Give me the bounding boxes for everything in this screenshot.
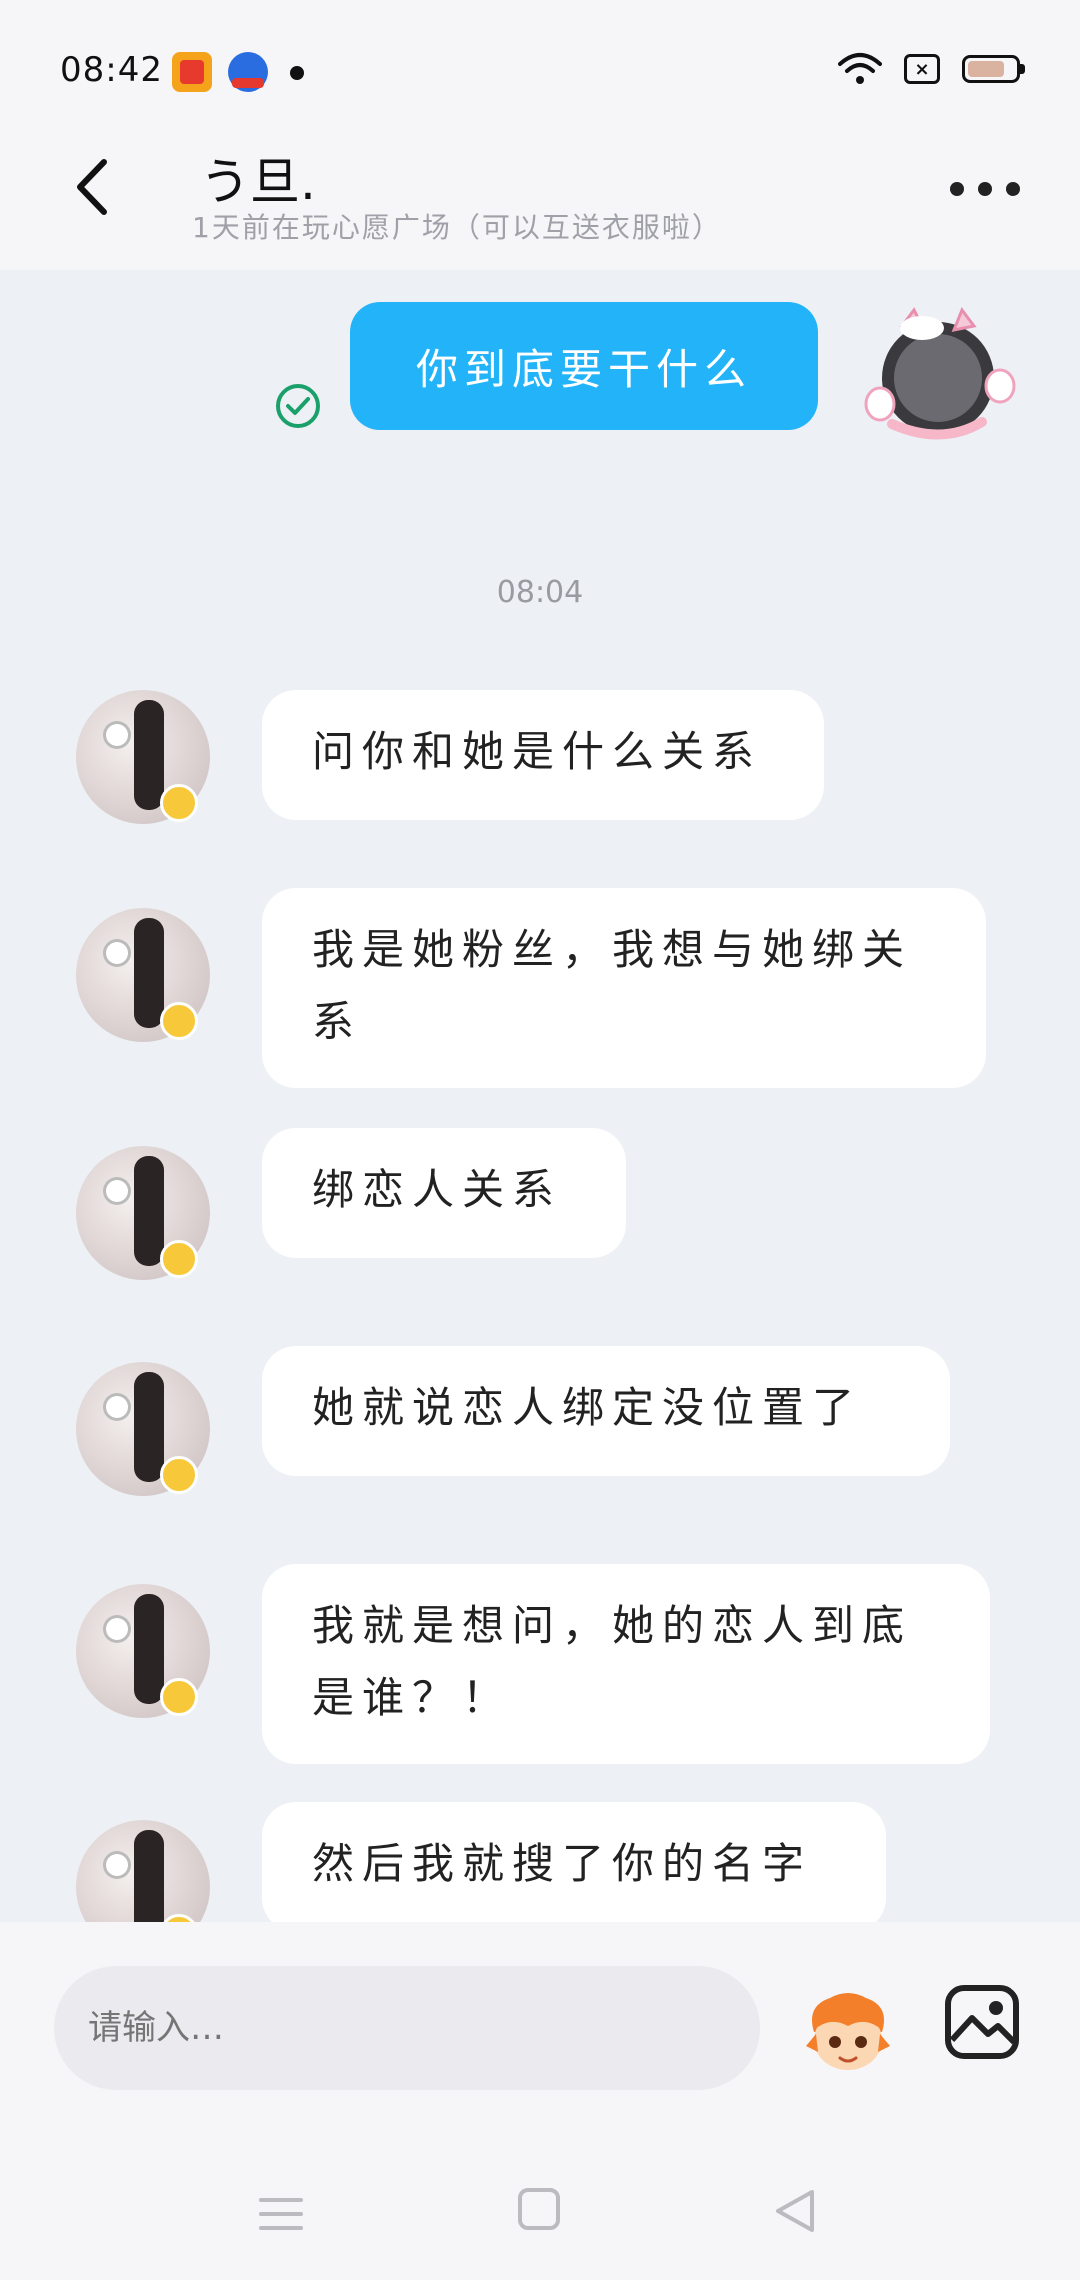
status-time: 08:42 (60, 50, 163, 90)
self-avatar[interactable] (862, 306, 1020, 446)
emoji-mascot-icon[interactable] (800, 1986, 896, 2076)
message-input[interactable] (54, 1966, 760, 2090)
incoming-message-bubble[interactable]: 然后我就搜了你的名字 (262, 1802, 886, 1922)
incoming-message-bubble[interactable]: 问你和她是什么关系 (262, 690, 824, 820)
incoming-message-bubble[interactable]: 绑恋人关系 (262, 1128, 626, 1258)
badge-icon (160, 1678, 198, 1716)
chat-header: う旦. 1天前在玩心愿广场（可以互送衣服啦） (0, 130, 1080, 270)
home-icon[interactable] (518, 2188, 560, 2230)
back-arrow-icon[interactable] (60, 152, 130, 222)
outgoing-message-bubble[interactable]: 你到底要干什么 (350, 302, 818, 430)
battery-icon (962, 55, 1025, 83)
wifi-icon (838, 53, 882, 84)
chat-message-list[interactable]: 你到底要干什么 08:04 问你和她是什么关系 我是她粉丝，我想与她绑关系 绑恋… (0, 270, 1080, 1922)
incoming-message-bubble[interactable]: 我是她粉丝，我想与她绑关系 (262, 888, 986, 1088)
badge-icon (160, 1456, 198, 1494)
notification-dot-icon (290, 66, 304, 80)
badge-icon (160, 1002, 198, 1040)
status-bar: 08:42 × (0, 0, 1080, 130)
badge-icon (160, 1240, 198, 1278)
avatar[interactable] (76, 1820, 210, 1922)
notification-baidu-icon (228, 52, 268, 92)
incoming-message-bubble[interactable]: 她就说恋人绑定没位置了 (262, 1346, 950, 1476)
input-bar (0, 1922, 1080, 2110)
no-sim-icon: × (904, 54, 940, 84)
nav-back-icon[interactable] (772, 2186, 818, 2236)
system-nav-bar (0, 2110, 1080, 2280)
more-icon[interactable] (950, 174, 1020, 204)
notification-app-icon (172, 52, 212, 92)
sent-check-icon (276, 384, 320, 428)
recent-apps-icon[interactable] (258, 2194, 304, 2234)
contact-name[interactable]: う旦. (200, 142, 316, 214)
image-icon[interactable] (944, 1984, 1020, 2060)
contact-status: 1天前在玩心愿广场（可以互送衣服啦） (192, 211, 722, 244)
badge-icon (160, 784, 198, 822)
incoming-message-bubble[interactable]: 我就是想问，她的恋人到底是谁？！ (262, 1564, 990, 1764)
timestamp: 08:04 (496, 575, 584, 610)
